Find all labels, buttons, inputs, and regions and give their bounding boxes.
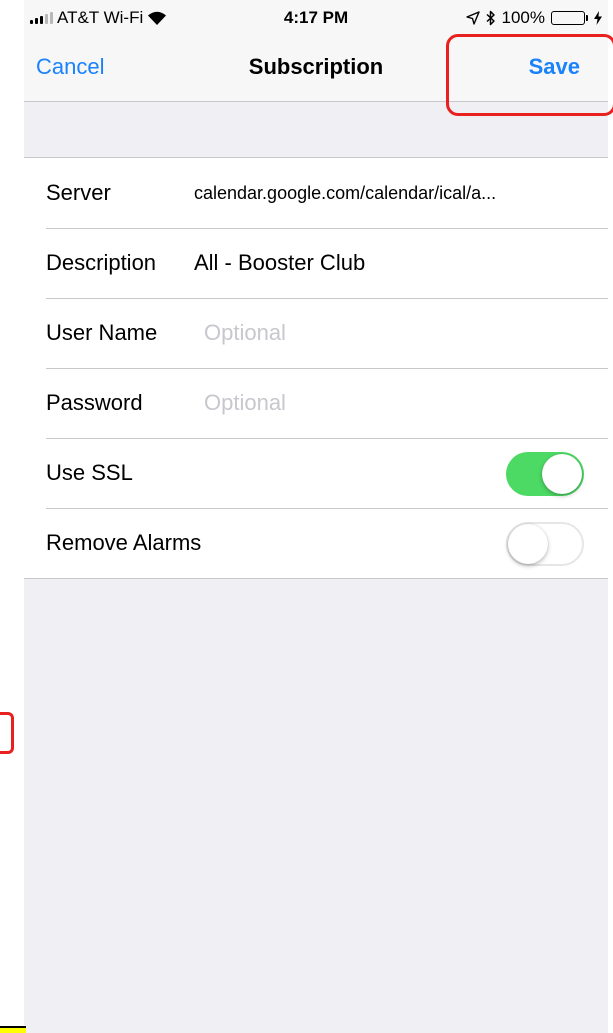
remove-alarms-toggle-knob (508, 524, 548, 564)
ssl-row: Use SSL (24, 438, 608, 508)
left-highlight-box (0, 712, 14, 754)
ssl-toggle-knob (542, 454, 582, 494)
server-row[interactable]: Server calendar.google.com/calendar/ical… (24, 158, 608, 228)
remove-alarms-label: Remove Alarms (46, 530, 202, 555)
ssl-toggle[interactable] (506, 452, 584, 496)
remove-alarms-row: Remove Alarms (24, 508, 608, 578)
bluetooth-icon (486, 10, 495, 26)
password-label: Password (46, 390, 143, 415)
location-icon (465, 11, 480, 25)
description-row[interactable]: Description All - Booster Club (24, 228, 608, 298)
server-label: Server (46, 180, 111, 205)
username-label: User Name (46, 320, 158, 345)
status-right: 100% (465, 8, 602, 28)
password-row[interactable]: Password Optional (24, 368, 608, 438)
subscription-form: Server calendar.google.com/calendar/ical… (24, 157, 608, 579)
username-row[interactable]: User Name Optional (24, 298, 608, 368)
charging-icon (594, 11, 602, 25)
bottom-marker (0, 1026, 26, 1033)
battery-tip (586, 15, 588, 21)
server-field[interactable]: calendar.google.com/calendar/ical/a... (194, 158, 496, 228)
save-highlight-box (446, 34, 613, 116)
description-field[interactable]: All - Booster Club (194, 228, 365, 298)
battery-percent: 100% (501, 8, 545, 27)
phone-screen: AT&T Wi-Fi 4:17 PM 100% Cancel Subscript… (24, 0, 608, 1033)
remove-alarms-toggle[interactable] (506, 522, 584, 566)
ssl-label: Use SSL (46, 460, 133, 485)
status-bar: AT&T Wi-Fi 4:17 PM 100% (24, 0, 608, 34)
description-label: Description (46, 250, 157, 275)
battery-icon (551, 11, 585, 25)
password-field[interactable]: Optional (204, 368, 286, 438)
username-field[interactable]: Optional (204, 298, 286, 368)
